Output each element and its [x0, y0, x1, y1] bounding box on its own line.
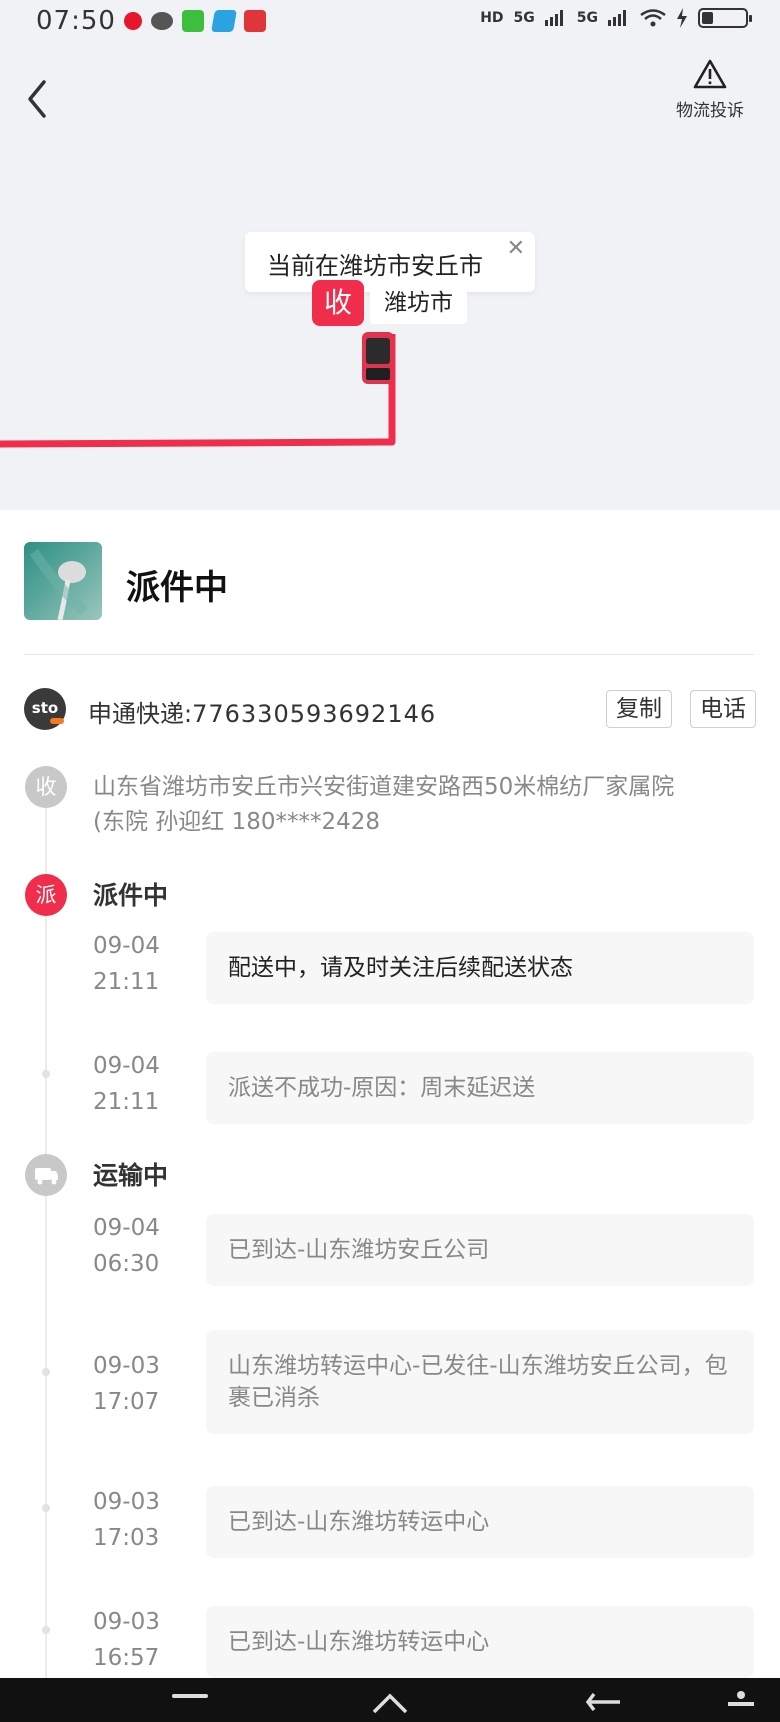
wifi-icon — [640, 9, 666, 27]
event-box: 已到达-山东潍坊转运中心 — [206, 1606, 754, 1678]
event-date: 09-04 — [93, 1053, 160, 1079]
courier-row: sto 申通快递:776330593692146 复制 电话 — [0, 680, 780, 740]
network-5g-2: 5G — [576, 10, 598, 26]
home-icon[interactable] — [370, 1690, 410, 1714]
telegram-icon — [211, 10, 237, 32]
battery-level — [702, 12, 713, 24]
truck-small-icon — [35, 1168, 58, 1185]
accessibility-icon[interactable] — [726, 1690, 756, 1714]
event-box: 派送不成功-原因：周末延迟送 — [206, 1052, 754, 1124]
battery-icon — [698, 8, 752, 28]
tracking-number: 776330593692146 — [192, 700, 437, 728]
event-date: 09-03 — [93, 1353, 160, 1379]
event-time: 21:11 — [93, 1089, 160, 1115]
delivering-title: 派件中 — [93, 881, 169, 910]
event-date: 09-04 — [93, 1215, 160, 1241]
bubble-close-icon[interactable]: ✕ — [507, 236, 525, 261]
event-date: 09-04 — [93, 933, 160, 959]
courier-name: 申通快递: — [88, 700, 193, 728]
event-datetime: 09-03 17:03 — [93, 1484, 160, 1556]
event-dot — [42, 1368, 50, 1376]
event-box: 山东潍坊转运中心-已发往-山东潍坊安丘公司，包裹已消杀 — [206, 1330, 754, 1434]
call-button[interactable]: 电话 — [690, 690, 756, 728]
divider — [24, 654, 754, 655]
event-box: 已到达-山东潍坊安丘公司 — [206, 1214, 754, 1286]
event-datetime: 09-04 06:30 — [93, 1210, 160, 1282]
status-bar: 07:50 HD 5G 5G — [0, 0, 780, 44]
signal-icon — [544, 10, 563, 26]
event-dot — [42, 1070, 50, 1078]
notification-icons — [124, 10, 266, 32]
logo-accent — [50, 718, 64, 724]
event-time: 17:03 — [93, 1525, 160, 1551]
app-red-icon — [244, 10, 266, 32]
package-header: 派件中 — [0, 510, 780, 655]
receiver-node: 收 — [25, 766, 67, 808]
weibo-icon — [124, 12, 142, 30]
receiver-address: 山东省潍坊市安丘市兴安街道建安路西50米棉纺厂家属院 (东院 孙迎红 180**… — [93, 770, 753, 840]
status-right: HD 5G 5G — [480, 8, 752, 28]
event-box: 配送中，请及时关注后续配送状态 — [206, 932, 754, 1004]
logo-text: sto — [31, 699, 59, 717]
event-time: 21:11 — [93, 969, 160, 995]
event-box: 已到达-山东潍坊转运中心 — [206, 1486, 754, 1558]
iqiyi-icon — [182, 10, 204, 32]
copy-button[interactable]: 复制 — [606, 690, 672, 728]
map-view[interactable]: 物流投诉 当前在潍坊市安丘市 ✕ 收 潍坊市 — [0, 44, 780, 510]
transit-node — [25, 1154, 67, 1196]
courier-info: 申通快递:776330593692146 — [88, 694, 436, 729]
charging-icon — [677, 8, 687, 28]
sto-logo-icon: sto — [24, 688, 66, 730]
transit-title: 运输中 — [93, 1161, 169, 1190]
address-line-2: (东院 孙迎红 180****2428 — [93, 809, 381, 835]
network-5g-1: 5G — [513, 10, 535, 26]
event-dot — [42, 1504, 50, 1512]
event-datetime: 09-04 21:11 — [93, 1048, 160, 1120]
receiver-pin[interactable]: 收 — [312, 280, 364, 326]
bubble-text: 当前在潍坊市安丘市 — [267, 252, 483, 280]
earphone-image — [29, 549, 88, 620]
status-time: 07:50 — [36, 6, 116, 36]
event-date: 09-03 — [93, 1609, 160, 1635]
menu-icon[interactable] — [172, 1690, 208, 1710]
event-time: 17:07 — [93, 1389, 160, 1415]
timeline-line — [45, 790, 47, 1680]
address-line-1: 山东省潍坊市安丘市兴安街道建安路西50米棉纺厂家属院 — [93, 774, 675, 800]
event-dot — [42, 1626, 50, 1634]
truck-icon — [362, 332, 394, 384]
event-time: 16:57 — [93, 1645, 160, 1671]
event-datetime: 09-03 16:57 — [93, 1604, 160, 1676]
wechat-icon — [151, 12, 173, 30]
delivery-status-title: 派件中 — [126, 568, 228, 608]
event-datetime: 09-03 17:07 — [93, 1348, 160, 1420]
product-thumbnail[interactable] — [24, 542, 102, 620]
system-nav-bar — [0, 1678, 780, 1722]
return-icon[interactable] — [584, 1690, 624, 1714]
signal-icon-2 — [608, 10, 626, 26]
city-label: 潍坊市 — [370, 282, 467, 324]
delivering-node: 派 — [25, 874, 67, 916]
event-time: 06:30 — [93, 1251, 160, 1277]
event-date: 09-03 — [93, 1489, 160, 1515]
event-datetime: 09-04 21:11 — [93, 928, 160, 1000]
hd-indicator: HD — [480, 10, 504, 26]
